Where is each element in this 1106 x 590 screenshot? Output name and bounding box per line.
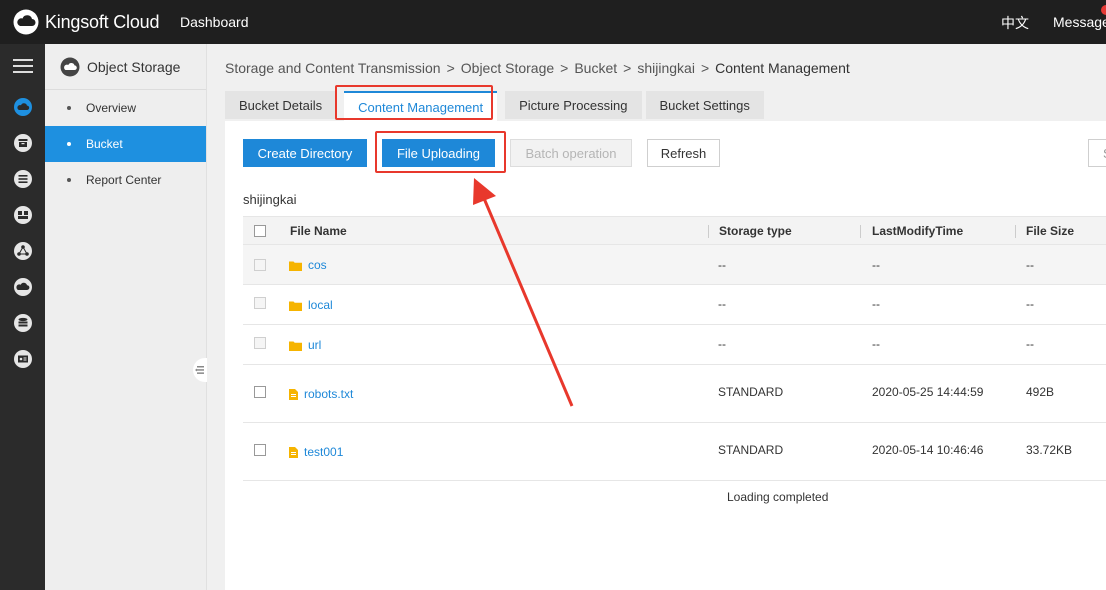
annotation-arrow <box>473 178 574 407</box>
